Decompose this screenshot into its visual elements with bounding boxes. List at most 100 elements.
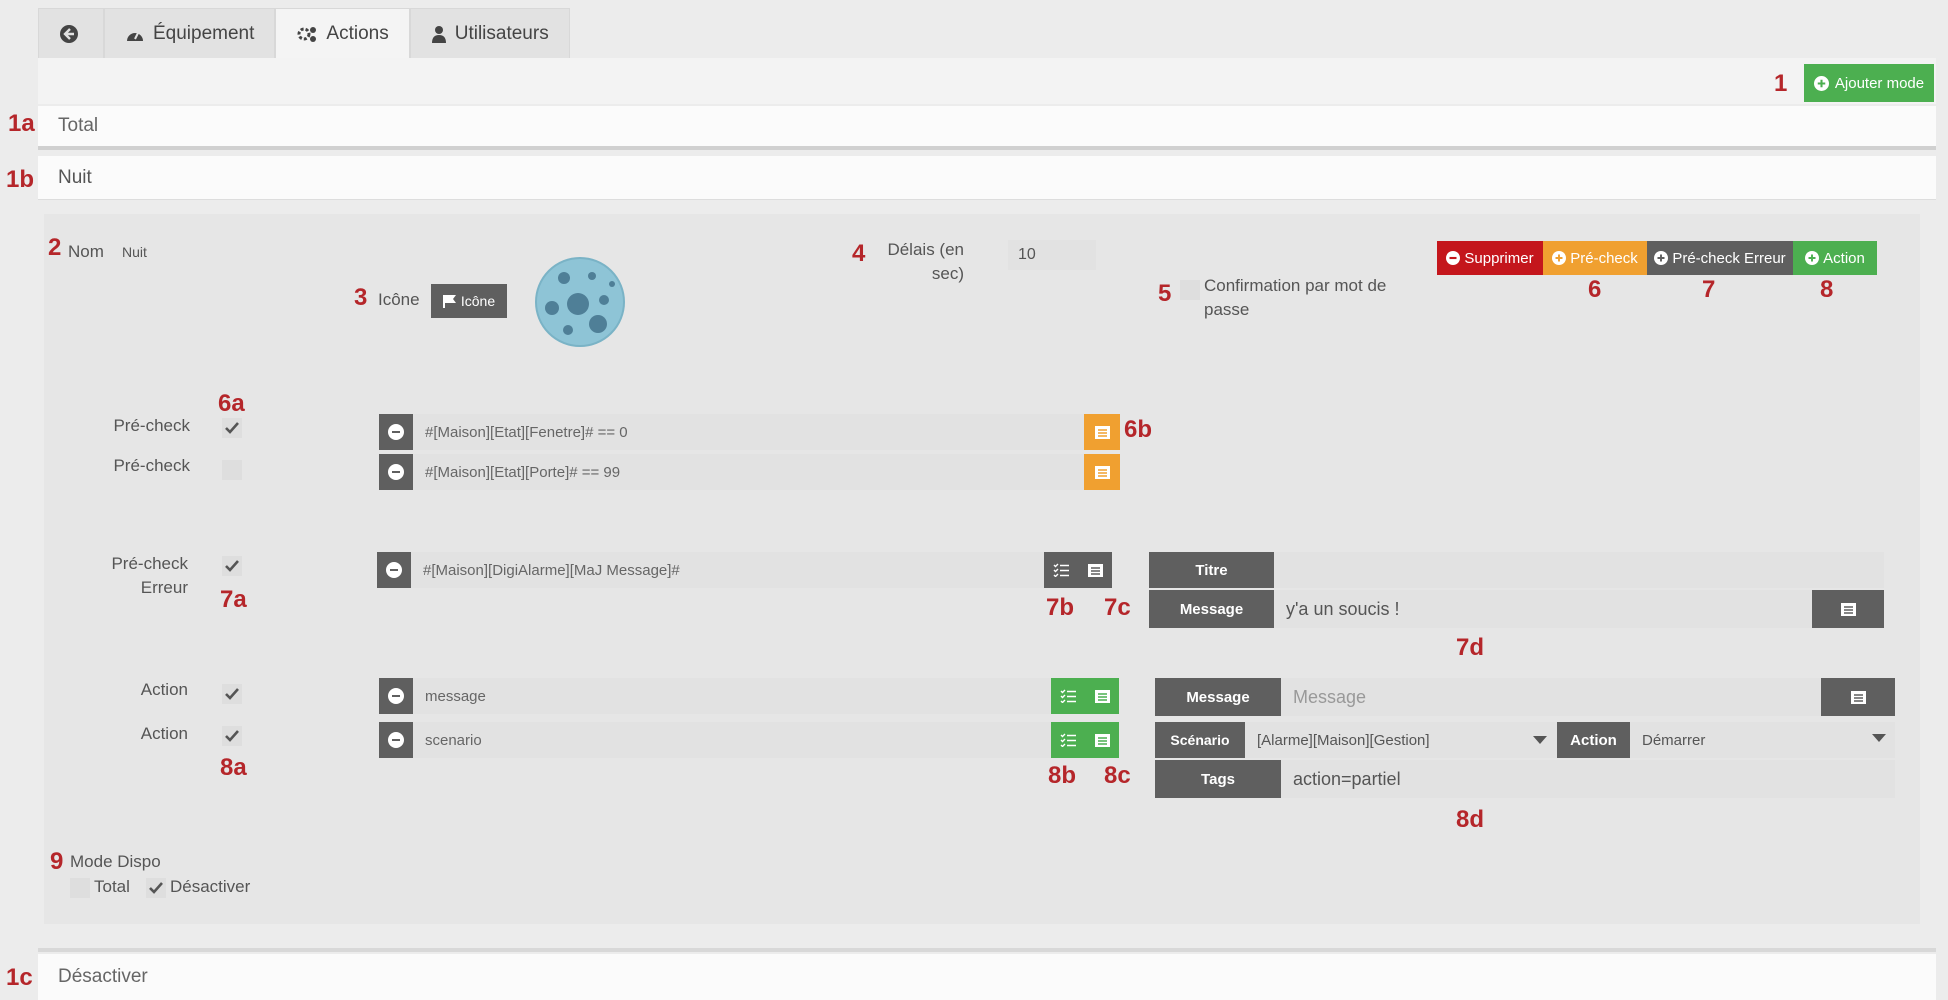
marker: 6 — [1588, 276, 1602, 303]
confirm-password-checkbox[interactable] — [1180, 280, 1200, 300]
user-icon — [431, 26, 446, 43]
confirm-label-2: passe — [1204, 300, 1250, 319]
select-command-button[interactable] — [1051, 678, 1085, 714]
plus-circle-icon — [1552, 251, 1567, 265]
delay-input[interactable]: 10 — [1008, 240, 1096, 270]
command-list-button[interactable] — [1085, 722, 1119, 758]
check-icon — [225, 688, 239, 700]
scenario-select[interactable]: [Alarme][Maison][Gestion] — [1245, 722, 1557, 758]
message-list-button[interactable] — [1812, 590, 1884, 628]
marker: 8 — [1820, 276, 1834, 303]
message-textarea[interactable]: y'a un soucis ! — [1274, 590, 1812, 628]
action-select[interactable]: Démarrer — [1630, 722, 1895, 758]
action-command-input[interactable]: scenario — [413, 722, 1051, 758]
panel-title: Nuit — [58, 166, 92, 188]
check-icon — [225, 560, 239, 572]
message-textarea[interactable]: Message — [1281, 678, 1821, 716]
marker: 1 — [1774, 70, 1788, 97]
tab-actions[interactable]: Actions — [275, 8, 410, 61]
panel-desactiver[interactable]: Désactiver — [38, 954, 1936, 1000]
message-list-button[interactable] — [1821, 678, 1895, 716]
precheck-error-checkbox[interactable] — [222, 556, 242, 576]
precheck-list-button[interactable] — [1084, 454, 1120, 490]
tab-equipement[interactable]: Équipement — [104, 8, 276, 59]
dashboard-icon — [127, 30, 143, 41]
cogs-icon — [297, 27, 317, 42]
remove-action-button[interactable] — [379, 678, 413, 714]
remove-action-button[interactable] — [379, 722, 413, 758]
precheck-expression-input[interactable]: #[Maison][Etat][Porte]# == 99 — [413, 454, 1084, 490]
tab-label: Actions — [326, 23, 389, 44]
add-mode-label: Ajouter mode — [1834, 74, 1925, 92]
flag-icon — [442, 295, 456, 308]
marker: 7b — [1046, 594, 1075, 621]
action-checkbox[interactable] — [222, 726, 242, 746]
precheck-error-command-input[interactable]: #[Maison][DigiAlarme][MaJ Message]# — [411, 552, 1044, 588]
icon-button[interactable]: Icône — [431, 284, 507, 318]
tab-utilisateurs[interactable]: Utilisateurs — [409, 8, 570, 59]
precheck-error-label-2: Erreur — [140, 578, 188, 597]
marker: 6a — [218, 390, 245, 417]
tab-label: Équipement — [153, 23, 255, 44]
marker: 7a — [220, 586, 247, 613]
remove-precheck-button[interactable] — [379, 454, 413, 490]
mode-dispo-desactiver-checkbox[interactable] — [146, 878, 166, 898]
moon-icon — [535, 257, 625, 347]
minus-icon — [388, 688, 404, 704]
marker: 1b — [6, 166, 35, 193]
list-icon — [1850, 690, 1866, 704]
list-icon — [1840, 602, 1856, 616]
action-command-input[interactable]: message — [413, 678, 1051, 714]
icon-button-label: Icône — [460, 293, 496, 309]
panel-nuit[interactable]: Nuit — [38, 156, 1936, 200]
tags-textarea[interactable]: action=partiel — [1281, 760, 1895, 798]
precheck-checkbox[interactable] — [222, 460, 242, 480]
delay-label-1: Délais (en — [887, 240, 964, 259]
action-row-label: Action — [140, 680, 188, 699]
tasks-icon — [1060, 689, 1076, 703]
select-command-button[interactable] — [1044, 552, 1078, 588]
command-list-button[interactable] — [1078, 552, 1112, 588]
minus-icon — [388, 732, 404, 748]
precheck-checkbox[interactable] — [222, 418, 242, 438]
check-icon — [225, 422, 239, 434]
action-value: Démarrer — [1642, 731, 1706, 749]
precheck-expression-input[interactable]: #[Maison][Etat][Fenetre]# == 0 — [413, 414, 1084, 450]
action-row-label: Action — [140, 724, 188, 743]
plus-circle-icon — [1654, 251, 1669, 265]
precheck-error-label: Pré-check Erreur — [1672, 249, 1786, 267]
name-value[interactable]: Nuit — [122, 244, 147, 260]
select-command-button[interactable] — [1051, 722, 1085, 758]
add-action-button[interactable]: Action — [1793, 241, 1877, 275]
remove-precheck-error-button[interactable] — [377, 552, 411, 588]
action-label: Action — [1823, 249, 1865, 267]
title-input[interactable] — [1274, 552, 1884, 588]
panel-title: Total — [58, 115, 99, 136]
action-checkbox[interactable] — [222, 684, 242, 704]
add-precheck-button[interactable]: Pré-check — [1543, 241, 1647, 275]
precheck-label: Pré-check — [113, 456, 190, 475]
tab-back[interactable] — [38, 8, 104, 59]
list-icon — [1087, 563, 1103, 577]
marker: 8c — [1104, 762, 1131, 789]
minus-icon — [388, 424, 404, 440]
precheck-label: Pré-check — [1570, 249, 1638, 267]
add-precheck-error-button[interactable]: Pré-check Erreur — [1647, 241, 1793, 275]
precheck-label: Pré-check — [113, 416, 190, 435]
add-mode-button[interactable]: Ajouter mode — [1804, 64, 1934, 102]
dropdown-arrow-icon — [1872, 734, 1886, 742]
message-addon: Message — [1149, 590, 1274, 628]
plus-circle-icon — [1805, 251, 1820, 265]
toolbar — [38, 58, 1936, 104]
marker: 6b — [1124, 416, 1153, 443]
marker: 8a — [220, 754, 247, 781]
command-list-button[interactable] — [1085, 678, 1119, 714]
marker: 1a — [8, 110, 35, 137]
remove-precheck-button[interactable] — [379, 414, 413, 450]
delete-button[interactable]: Supprimer — [1437, 241, 1543, 275]
precheck-list-button[interactable] — [1084, 414, 1120, 450]
plus-circle-icon — [1813, 75, 1829, 91]
tags-addon: Tags — [1155, 760, 1281, 798]
panel-total[interactable]: Total — [38, 106, 1936, 150]
mode-dispo-total-checkbox[interactable] — [70, 878, 90, 898]
